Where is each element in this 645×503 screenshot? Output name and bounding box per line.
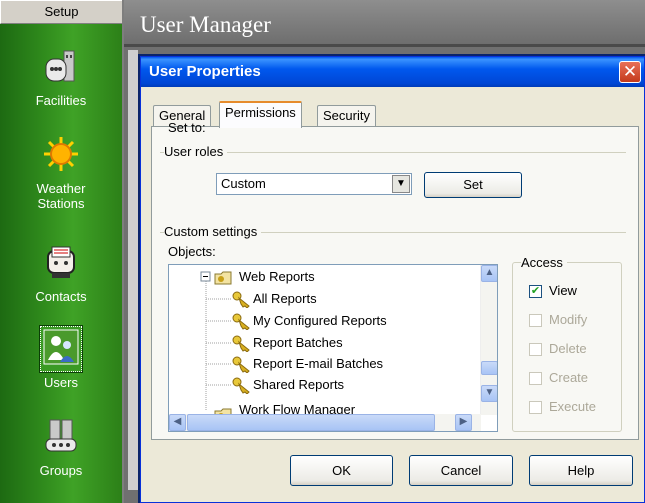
tab-security[interactable]: Security bbox=[317, 105, 376, 127]
checkbox-icon bbox=[529, 372, 542, 385]
scroll-thumb[interactable] bbox=[481, 361, 497, 375]
scroll-left-button[interactable]: ◀ bbox=[169, 414, 186, 431]
cancel-button[interactable]: Cancel bbox=[409, 455, 513, 486]
tree-item-label: My Configured Reports bbox=[253, 313, 387, 328]
access-modify-label: Modify bbox=[549, 312, 588, 327]
divider bbox=[160, 152, 626, 153]
building-icon bbox=[45, 50, 75, 82]
sidebar-item-weather-stations[interactable]: Weather Stations bbox=[0, 134, 122, 211]
tree-item-report-batches[interactable]: Report Batches bbox=[231, 333, 343, 353]
folder-key-icon bbox=[214, 271, 232, 285]
tree-item-web-reports[interactable]: Web Reports bbox=[213, 267, 315, 287]
tree-item-my-configured-reports[interactable]: My Configured Reports bbox=[231, 311, 387, 331]
chevron-down-icon[interactable]: ▼ bbox=[392, 175, 410, 193]
access-view-label: View bbox=[549, 283, 577, 298]
ok-button[interactable]: OK bbox=[290, 455, 393, 486]
scroll-thumb[interactable] bbox=[187, 414, 435, 431]
setup-sidebar: Setup Facilities Weather Stations Contac… bbox=[0, 0, 124, 503]
scroll-up-button[interactable]: ▲ bbox=[481, 265, 497, 282]
objects-label: Objects: bbox=[168, 244, 216, 259]
sidebar-item-label: Facilities bbox=[35, 93, 87, 108]
checkbox-icon bbox=[529, 314, 542, 327]
access-group: Access ✔ View Modify Delete Create Execu… bbox=[512, 255, 622, 432]
checkbox-icon bbox=[529, 401, 542, 414]
key-icon bbox=[232, 313, 250, 330]
sidebar-item-users[interactable]: Users bbox=[0, 325, 122, 390]
checkbox-icon bbox=[529, 343, 542, 356]
check-icon[interactable]: ✔ bbox=[529, 285, 542, 298]
set-button[interactable]: Set bbox=[424, 172, 522, 198]
tree-vertical-scrollbar[interactable]: ▲ ▼ bbox=[480, 265, 497, 415]
sidebar-item-label: Contacts bbox=[35, 289, 87, 304]
sidebar-item-label: Stations bbox=[37, 196, 85, 211]
groups-icon bbox=[45, 419, 77, 452]
key-icon bbox=[232, 291, 250, 308]
key-icon bbox=[232, 377, 250, 394]
set-to-value: Custom bbox=[221, 176, 266, 191]
custom-settings-legend: Custom settings bbox=[164, 224, 262, 239]
key-icon bbox=[232, 335, 250, 352]
set-to-select[interactable]: Custom ▼ bbox=[216, 173, 412, 195]
tree-item-label: Report E-mail Batches bbox=[253, 356, 384, 371]
access-execute-label: Execute bbox=[549, 399, 596, 414]
sidebar-item-label: Weather bbox=[36, 181, 86, 196]
sidebar-item-facilities[interactable]: Facilities bbox=[0, 46, 122, 108]
tree-item-all-reports[interactable]: All Reports bbox=[231, 289, 317, 309]
scroll-down-button[interactable]: ▼ bbox=[481, 385, 497, 402]
tree-horizontal-scrollbar[interactable]: ◀ ▶ bbox=[169, 414, 481, 431]
sidebar-item-label: Groups bbox=[39, 463, 83, 478]
dialog-title-bar: User Properties ✕ bbox=[141, 57, 644, 87]
scroll-right-button[interactable]: ▶ bbox=[455, 414, 472, 431]
help-button[interactable]: Help bbox=[529, 455, 633, 486]
set-to-label-text: Set to: bbox=[168, 120, 206, 135]
rolodex-icon bbox=[47, 246, 75, 278]
access-legend: Access bbox=[521, 255, 567, 270]
page-title: User Manager bbox=[124, 0, 645, 47]
tab-permissions[interactable]: Permissions bbox=[219, 101, 302, 128]
tree-item-shared-reports[interactable]: Shared Reports bbox=[231, 375, 344, 395]
access-create-label: Create bbox=[549, 370, 589, 385]
sun-icon bbox=[44, 137, 78, 171]
access-delete-label: Delete bbox=[549, 341, 587, 356]
users-icon bbox=[43, 329, 79, 365]
user-roles-legend: User roles bbox=[164, 144, 228, 159]
background-panel bbox=[128, 50, 138, 490]
objects-tree[interactable]: Web Reports All Reports My Configured Re… bbox=[168, 264, 498, 432]
set-to-label: Set to: bbox=[168, 120, 206, 135]
sidebar-header: Setup bbox=[0, 0, 122, 24]
sidebar-item-label: Users bbox=[44, 375, 78, 390]
tree-item-report-email-batches[interactable]: Report E-mail Batches bbox=[231, 354, 383, 374]
dialog-title: User Properties bbox=[149, 63, 261, 80]
close-button[interactable]: ✕ bbox=[619, 61, 641, 83]
sidebar-item-contacts[interactable]: Contacts bbox=[0, 242, 122, 304]
sidebar-item-groups[interactable]: Groups bbox=[0, 416, 122, 478]
close-icon: ✕ bbox=[622, 62, 638, 81]
key-icon bbox=[232, 356, 250, 373]
